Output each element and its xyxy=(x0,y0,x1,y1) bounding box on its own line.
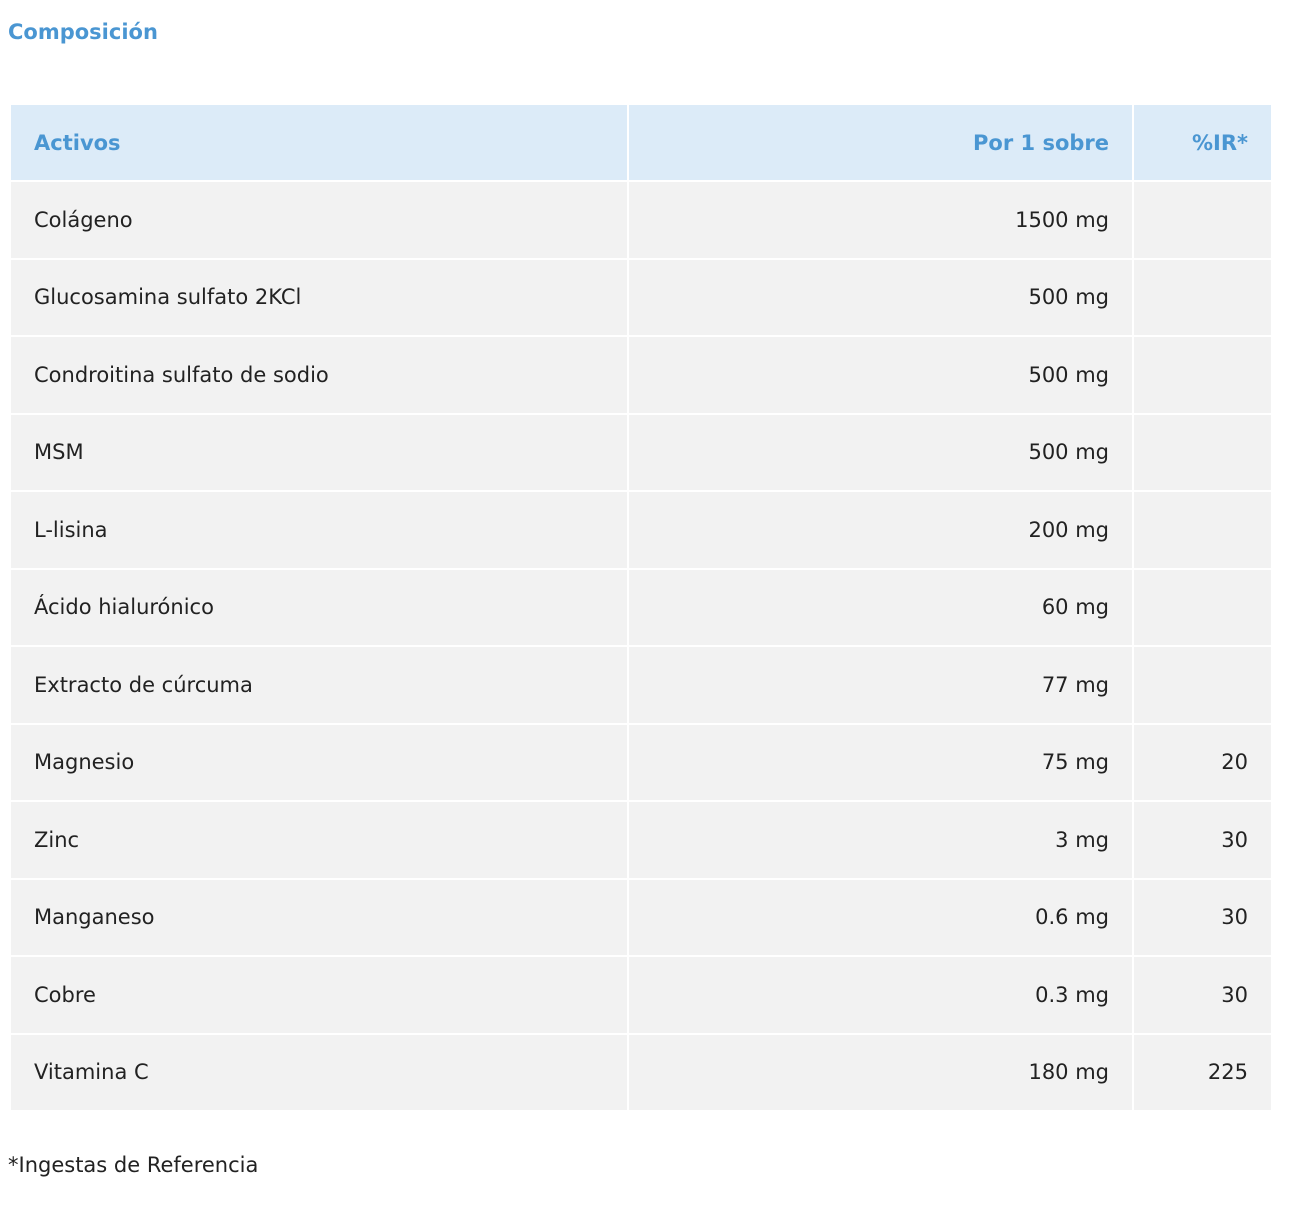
cell-active: Colágeno xyxy=(9,180,629,260)
cell-active: Manganeso xyxy=(9,877,629,957)
cell-ir: 30 xyxy=(1132,800,1273,880)
composition-table: Activos Por 1 sobre %IR* Colágeno 1500 m… xyxy=(9,103,1273,1112)
header-activos: Activos xyxy=(9,103,629,182)
cell-ir xyxy=(1132,412,1273,492)
table-row: L-lisina 200 mg xyxy=(9,490,1273,570)
table-row: Ácido hialurónico 60 mg xyxy=(9,567,1273,647)
cell-amount: 75 mg xyxy=(627,722,1134,802)
header-por-sobre: Por 1 sobre xyxy=(627,103,1134,182)
table-row: Colágeno 1500 mg xyxy=(9,180,1273,260)
cell-ir xyxy=(1132,645,1273,725)
cell-amount: 500 mg xyxy=(627,257,1134,337)
cell-active: Condroitina sulfato de sodio xyxy=(9,335,629,415)
header-ir: %IR* xyxy=(1132,103,1273,182)
cell-ir xyxy=(1132,335,1273,415)
table-row: Manganeso 0.6 mg 30 xyxy=(9,877,1273,957)
table-row: Magnesio 75 mg 20 xyxy=(9,722,1273,802)
cell-ir: 30 xyxy=(1132,955,1273,1035)
cell-amount: 180 mg xyxy=(627,1032,1134,1112)
table-row: Zinc 3 mg 30 xyxy=(9,800,1273,880)
cell-active: Extracto de cúrcuma xyxy=(9,645,629,725)
footnote: *Ingestas de Referencia xyxy=(8,1153,259,1177)
cell-ir xyxy=(1132,257,1273,337)
cell-active: Cobre xyxy=(9,955,629,1035)
cell-ir xyxy=(1132,490,1273,570)
cell-amount: 3 mg xyxy=(627,800,1134,880)
cell-amount: 200 mg xyxy=(627,490,1134,570)
cell-amount: 1500 mg xyxy=(627,180,1134,260)
cell-amount: 0.3 mg xyxy=(627,955,1134,1035)
cell-amount: 60 mg xyxy=(627,567,1134,647)
cell-amount: 500 mg xyxy=(627,412,1134,492)
cell-active: L-lisina xyxy=(9,490,629,570)
cell-ir xyxy=(1132,180,1273,260)
table-row: Cobre 0.3 mg 30 xyxy=(9,955,1273,1035)
cell-ir: 20 xyxy=(1132,722,1273,802)
table-row: MSM 500 mg xyxy=(9,412,1273,492)
cell-active: Vitamina C xyxy=(9,1032,629,1112)
cell-active: MSM xyxy=(9,412,629,492)
table-row: Glucosamina sulfato 2KCl 500 mg xyxy=(9,257,1273,337)
table-row: Vitamina C 180 mg 225 xyxy=(9,1032,1273,1112)
page-title: Composición xyxy=(8,20,158,44)
cell-ir: 30 xyxy=(1132,877,1273,957)
table-header-row: Activos Por 1 sobre %IR* xyxy=(9,103,1273,182)
cell-active: Ácido hialurónico xyxy=(9,567,629,647)
cell-ir: 225 xyxy=(1132,1032,1273,1112)
table-row: Condroitina sulfato de sodio 500 mg xyxy=(9,335,1273,415)
cell-active: Magnesio xyxy=(9,722,629,802)
cell-active: Zinc xyxy=(9,800,629,880)
table-row: Extracto de cúrcuma 77 mg xyxy=(9,645,1273,725)
cell-amount: 0.6 mg xyxy=(627,877,1134,957)
cell-ir xyxy=(1132,567,1273,647)
cell-active: Glucosamina sulfato 2KCl xyxy=(9,257,629,337)
cell-amount: 77 mg xyxy=(627,645,1134,725)
cell-amount: 500 mg xyxy=(627,335,1134,415)
